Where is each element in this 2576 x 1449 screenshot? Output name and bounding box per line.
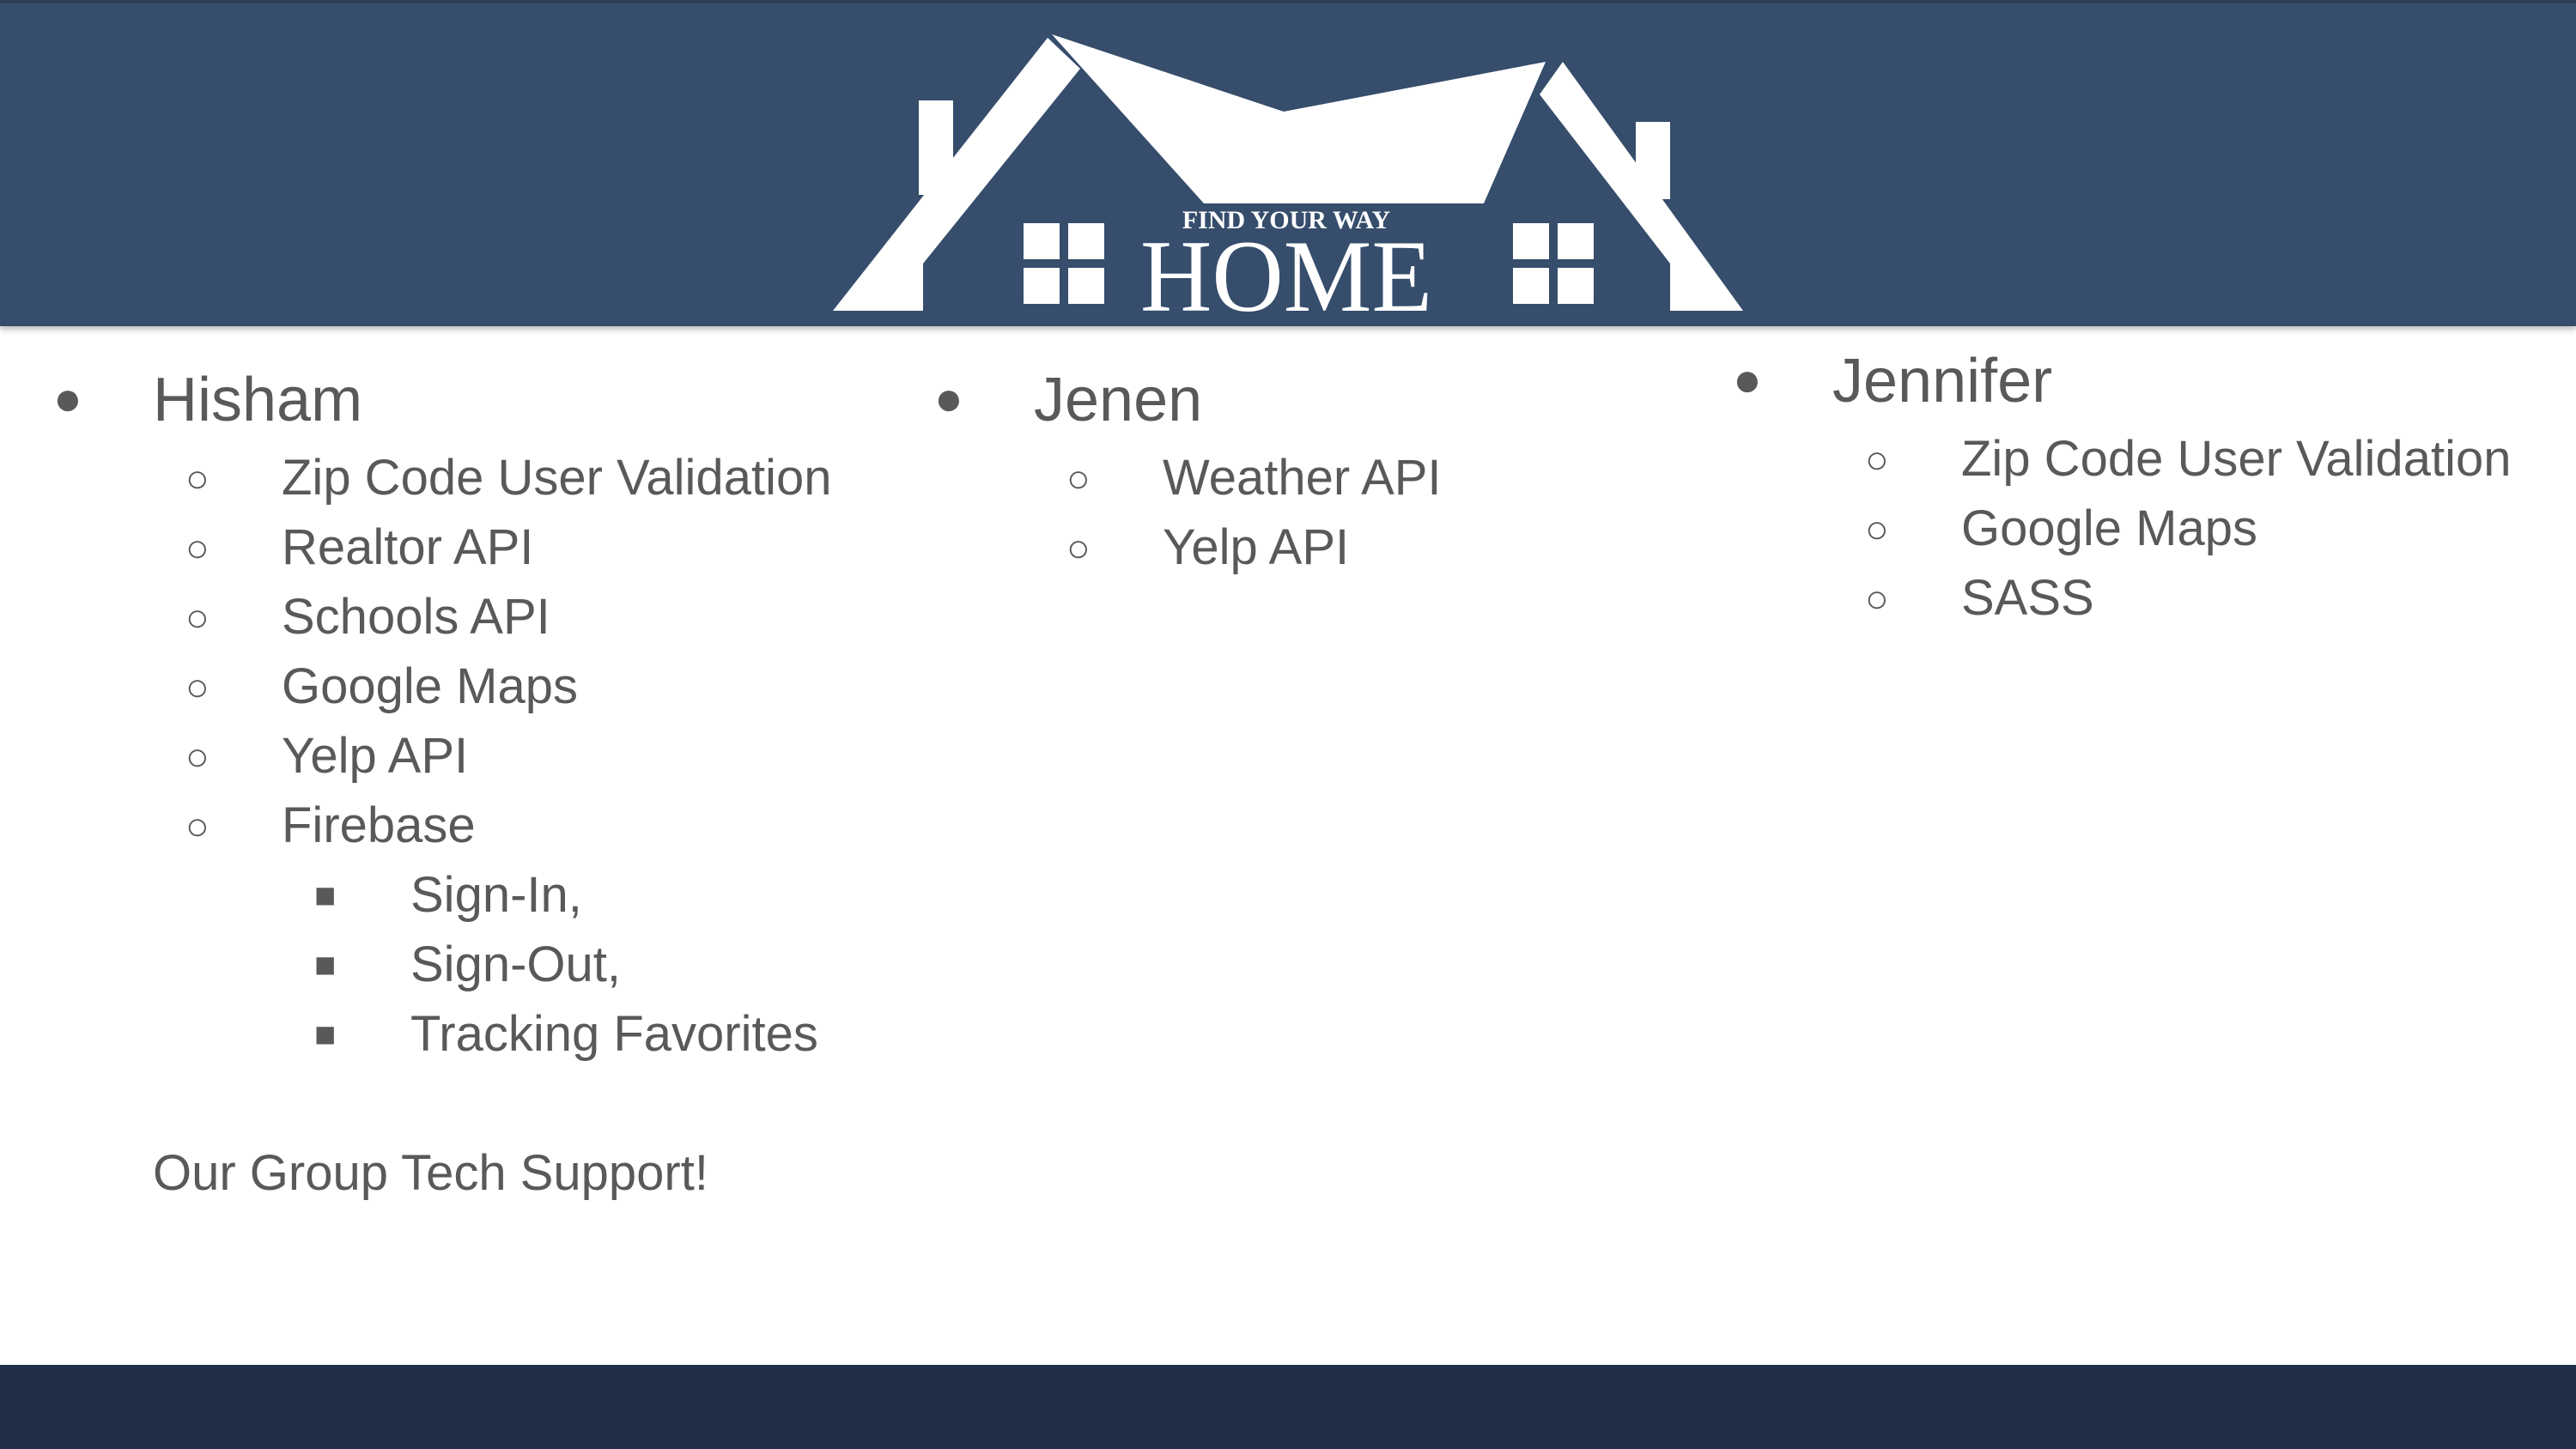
circle-bullet-icon: ○ [1865,576,1889,621]
circle-bullet-icon: ○ [1865,437,1889,482]
list-item: ■ Tracking Favorites [314,1006,818,1062]
logo-wordmark: HOME [1140,219,1432,319]
square-bullet-icon: ■ [314,875,337,915]
circle-bullet-icon: ○ [1066,456,1091,500]
circle-bullet-icon: ○ [1066,525,1091,570]
group-note: Our Group Tech Support! [153,1145,708,1201]
member-name: Hisham [153,366,363,434]
circle-bullet-icon: ○ [185,595,210,640]
list-item: ○ Yelp API [185,728,469,784]
list-item: ○ SASS [1865,570,2094,626]
member-name: Jenen [1034,366,1203,434]
footer-bar [0,1365,2576,1449]
list-item: ■ Sign-Out, [314,937,621,992]
bullet-icon: ● [53,371,82,425]
bullet-icon: ● [934,371,963,425]
list-item: ○ Realtor API [185,519,534,575]
member-name: Jennifer [1832,347,2053,415]
column-jenen: ● Jenen ○ Weather API ○ Yelp API [934,369,1442,592]
list-item: ○ Zip Code User Validation [185,450,832,506]
circle-bullet-icon: ○ [185,734,210,779]
house-logo: FIND YOUR WAY HOME [833,34,1743,319]
circle-bullet-icon: ○ [185,525,210,570]
circle-bullet-icon: ○ [1865,506,1889,551]
list-item: ○ Google Maps [1865,500,2257,556]
column-hisham: ● Hisham ○ Zip Code User Validation ○ Realt… [53,369,831,1079]
list-item: ○ Firebase [185,797,476,853]
list-item: ■ Sign-In, [314,867,582,923]
square-bullet-icon: ■ [314,1014,337,1054]
list-item: ● Jenen [934,369,1442,431]
bullet-icon: ● [1733,352,1762,406]
list-item: ○ Weather API [1066,450,1442,506]
list-item: ○ Google Maps [185,658,578,714]
square-bullet-icon: ■ [314,944,337,985]
list-item: ○ Yelp API [1066,519,1350,575]
circle-bullet-icon: ○ [185,664,210,709]
column-jennifer: ● Jennifer ○ Zip Code User Validation ○ Goo… [1733,350,2511,643]
list-item: ● Hisham [53,369,831,431]
list-item: ○ Zip Code User Validation [1865,431,2512,487]
header-banner: FIND YOUR WAY HOME [0,0,2576,326]
circle-bullet-icon: ○ [185,803,210,848]
list-item: ○ Schools API [185,589,550,645]
list-item: ● Jennifer [1733,350,2511,412]
circle-bullet-icon: ○ [185,456,210,500]
